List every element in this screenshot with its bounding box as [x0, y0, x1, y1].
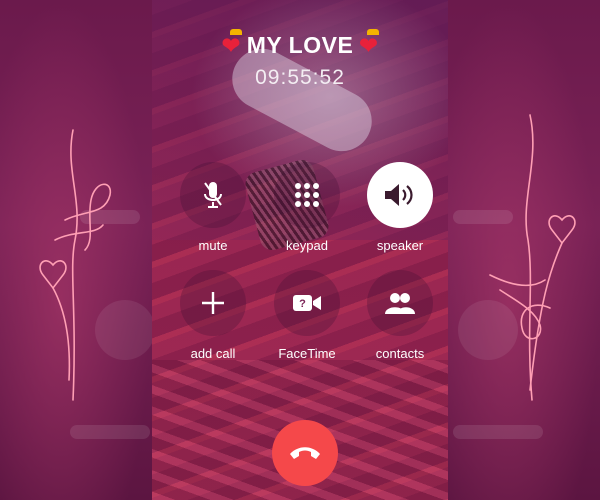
- phone-hangup-icon: [290, 447, 320, 459]
- hp-script-decoration-left: [39, 129, 112, 401]
- svg-text:?: ?: [299, 298, 306, 310]
- keypad-icon: [295, 183, 319, 207]
- contact-name-text: MY LOVE: [246, 32, 354, 58]
- microphone-muted-icon: [204, 182, 222, 208]
- contacts-icon: [385, 293, 415, 314]
- heart-icon: ❤: [221, 28, 242, 58]
- keypad-label: keypad: [286, 238, 328, 253]
- hp-script-decoration-right: [489, 114, 576, 401]
- contact-name: ❤ MY LOVE ❤: [152, 28, 448, 59]
- contacts-button[interactable]: contacts: [360, 270, 440, 361]
- add-call-button[interactable]: add call: [173, 270, 253, 361]
- contacts-label: contacts: [375, 346, 425, 361]
- mute-label: mute: [198, 238, 228, 253]
- speaker-label: speaker: [376, 238, 424, 253]
- call-duration: 09:55:52: [255, 66, 345, 89]
- end-call-button[interactable]: [272, 420, 338, 486]
- add-call-label: add call: [190, 346, 236, 361]
- mute-button[interactable]: mute: [173, 162, 253, 253]
- facetime-icon: ?: [293, 295, 321, 311]
- keypad-button[interactable]: keypad: [267, 162, 347, 253]
- speaker-icon: [385, 184, 413, 206]
- plus-icon: [202, 292, 224, 314]
- call-screen: ❤ MY LOVE ❤ 09:55:52 mute keypad speaker…: [152, 0, 448, 500]
- facetime-label: FaceTime: [278, 346, 336, 361]
- heart-icon: ❤: [359, 28, 380, 58]
- facetime-button[interactable]: ? FaceTime: [267, 270, 347, 361]
- speaker-button[interactable]: speaker: [360, 162, 440, 253]
